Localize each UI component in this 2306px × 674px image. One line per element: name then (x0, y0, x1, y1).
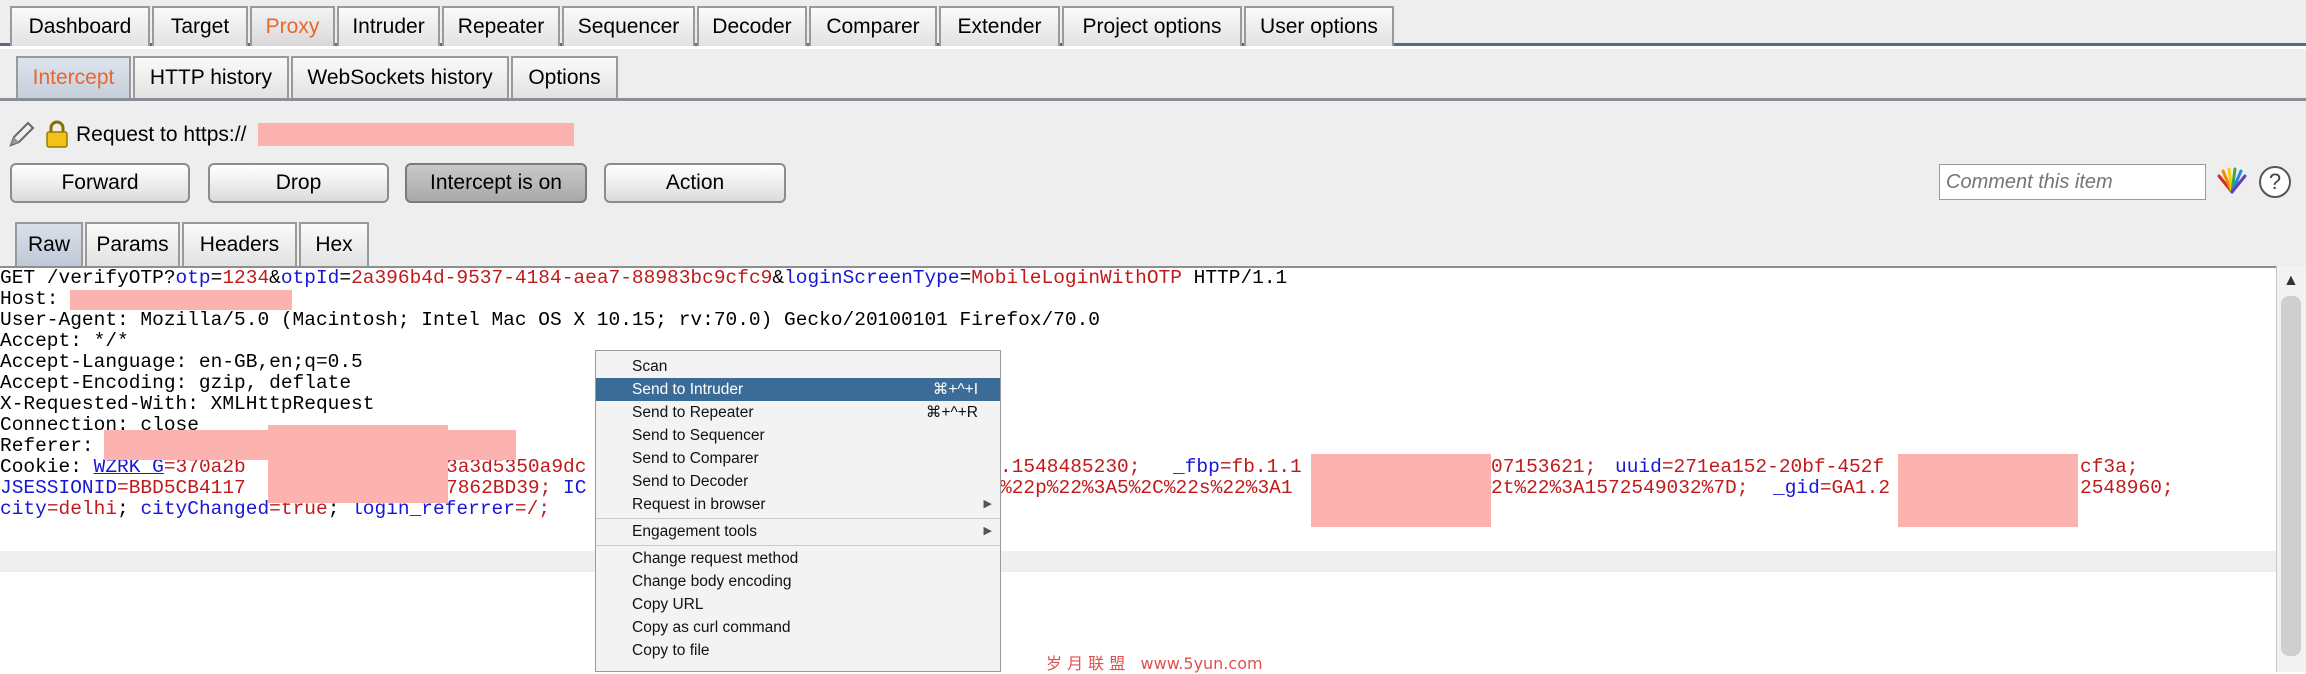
cookie-value-segment: 7862BD39; IC (446, 477, 587, 499)
accept-language-header-line: Accept-Language: en-GB,en;q=0.5 (0, 351, 363, 373)
tab-decoder[interactable]: Decoder (697, 6, 807, 46)
redacted-cookie-block (1898, 454, 2078, 527)
intercept-toggle-button[interactable]: Intercept is on (405, 163, 587, 203)
comment-input[interactable] (1939, 164, 2206, 200)
tab-extender[interactable]: Extender (939, 6, 1060, 46)
cookie-uuid: uuid=271ea152-20bf-452f (1615, 456, 1885, 478)
redacted-host-value (70, 290, 292, 310)
menu-item-send-to-repeater[interactable]: Send to Repeater ⌘+^+R (596, 401, 1000, 424)
help-icon[interactable]: ? (2259, 166, 2291, 198)
raw-request-editor[interactable]: GET /verifyOTP?otp=1234&otpId=2a396b4d-9… (0, 266, 2276, 674)
watermark: 岁 月 联 盟 www.5yun.com (1046, 654, 1263, 673)
lock-icon (45, 120, 69, 148)
menu-item-request-in-browser[interactable]: Request in browser ▶ (596, 493, 1000, 516)
editor-scrollbar[interactable]: ▲ (2276, 266, 2306, 672)
cookie-jsessionid: JSESSIONID=BBD5CB4117 (0, 477, 246, 499)
cookie-value-segment: .1548485230; (1000, 456, 1153, 478)
submenu-arrow-icon: ▶ (983, 525, 992, 537)
cookie-gid: _gid=GA1.2 (1773, 477, 1891, 499)
redacted-host (258, 123, 574, 146)
tab-user-options[interactable]: User options (1244, 6, 1394, 46)
tab-hex[interactable]: Hex (299, 222, 369, 266)
menu-item-send-to-comparer[interactable]: Send to Comparer (596, 447, 1000, 470)
tab-comparer[interactable]: Comparer (809, 6, 937, 46)
tab-raw[interactable]: Raw (15, 222, 83, 266)
forward-button[interactable]: Forward (10, 163, 190, 203)
tab-websockets-history[interactable]: WebSockets history (291, 56, 509, 98)
cookie-value-segment: 2t%22%3A1572549032%7D; (1491, 477, 1761, 499)
menu-item-engagement-tools[interactable]: Engagement tools ▶ (596, 520, 1000, 543)
menu-item-copy-as-curl[interactable]: Copy as curl command (596, 616, 1000, 639)
accept-header-line: Accept: */* (0, 330, 129, 352)
cookie-value-segment: 07153621; (1491, 456, 1609, 478)
menu-item-change-request-method[interactable]: Change request method (596, 547, 1000, 570)
drop-button[interactable]: Drop (208, 163, 389, 203)
tab-repeater[interactable]: Repeater (442, 6, 560, 46)
scrollbar-thumb[interactable] (2281, 296, 2301, 656)
tab-target[interactable]: Target (152, 6, 248, 46)
scroll-up-arrow-icon[interactable]: ▲ (2283, 272, 2299, 290)
cookie-value-segment: %22p%22%3A5%2C%22s%22%3A1 (1000, 477, 1293, 499)
pencil-icon[interactable] (6, 120, 36, 150)
tab-options[interactable]: Options (511, 56, 618, 98)
tab-headers[interactable]: Headers (182, 222, 297, 266)
host-header-line: Host: (0, 288, 71, 310)
tab-project-options[interactable]: Project options (1062, 6, 1242, 46)
tab-sequencer[interactable]: Sequencer (562, 6, 695, 46)
redacted-cookie-block (1311, 454, 1491, 527)
cookie-value-segment: 2548960; (2080, 477, 2174, 499)
proxy-sub-tab-bar: Intercept HTTP history WebSockets histor… (0, 49, 2306, 101)
tab-params[interactable]: Params (85, 222, 180, 266)
tab-intruder[interactable]: Intruder (337, 6, 440, 46)
request-target-label: Request to https:// (76, 123, 247, 146)
color-wheel-icon[interactable] (2215, 166, 2249, 196)
menu-item-change-body-encoding[interactable]: Change body encoding (596, 570, 1000, 593)
menu-item-send-to-sequencer[interactable]: Send to Sequencer (596, 424, 1000, 447)
cookie-value-segment: 3a3d5350a9dc (446, 456, 587, 478)
referer-header-line: Referer: (0, 435, 106, 457)
redacted-cookie-block (268, 425, 448, 503)
tab-dashboard[interactable]: Dashboard (10, 6, 150, 46)
tab-proxy[interactable]: Proxy (250, 6, 335, 46)
action-button[interactable]: Action (604, 163, 786, 203)
cookie-header-line: Cookie: WZRK_G=370a2b (0, 456, 246, 478)
top-tab-bar: Dashboard Target Proxy Intruder Repeater… (0, 0, 2306, 46)
menu-separator (596, 518, 1000, 519)
cookie-fbp: _fbp=fb.1.1 (1173, 456, 1302, 478)
menu-separator (596, 545, 1000, 546)
accept-encoding-header-line: Accept-Encoding: gzip, deflate (0, 372, 352, 394)
x-requested-with-header-line: X-Requested-With: XMLHttpRequest (0, 393, 375, 415)
tab-intercept[interactable]: Intercept (16, 56, 131, 98)
menu-item-scan[interactable]: Scan (596, 355, 1000, 378)
tab-http-history[interactable]: HTTP history (133, 56, 289, 98)
user-agent-header-line: User-Agent: Mozilla/5.0 (Macintosh; Inte… (0, 309, 1100, 331)
menu-item-copy-to-file[interactable]: Copy to file (596, 639, 1000, 662)
request-line: GET /verifyOTP?otp=1234&otpId=2a396b4d-9… (0, 267, 1288, 289)
cookie-value-segment: cf3a; (2080, 456, 2139, 478)
menu-item-send-to-intruder[interactable]: Send to Intruder ⌘+^+I (596, 378, 1000, 401)
submenu-arrow-icon: ▶ (983, 498, 992, 510)
menu-item-send-to-decoder[interactable]: Send to Decoder (596, 470, 1000, 493)
menu-item-copy-url[interactable]: Copy URL (596, 593, 1000, 616)
context-menu: Scan Send to Intruder ⌘+^+I Send to Repea… (595, 350, 1001, 672)
caret-line-highlight (0, 551, 2276, 572)
